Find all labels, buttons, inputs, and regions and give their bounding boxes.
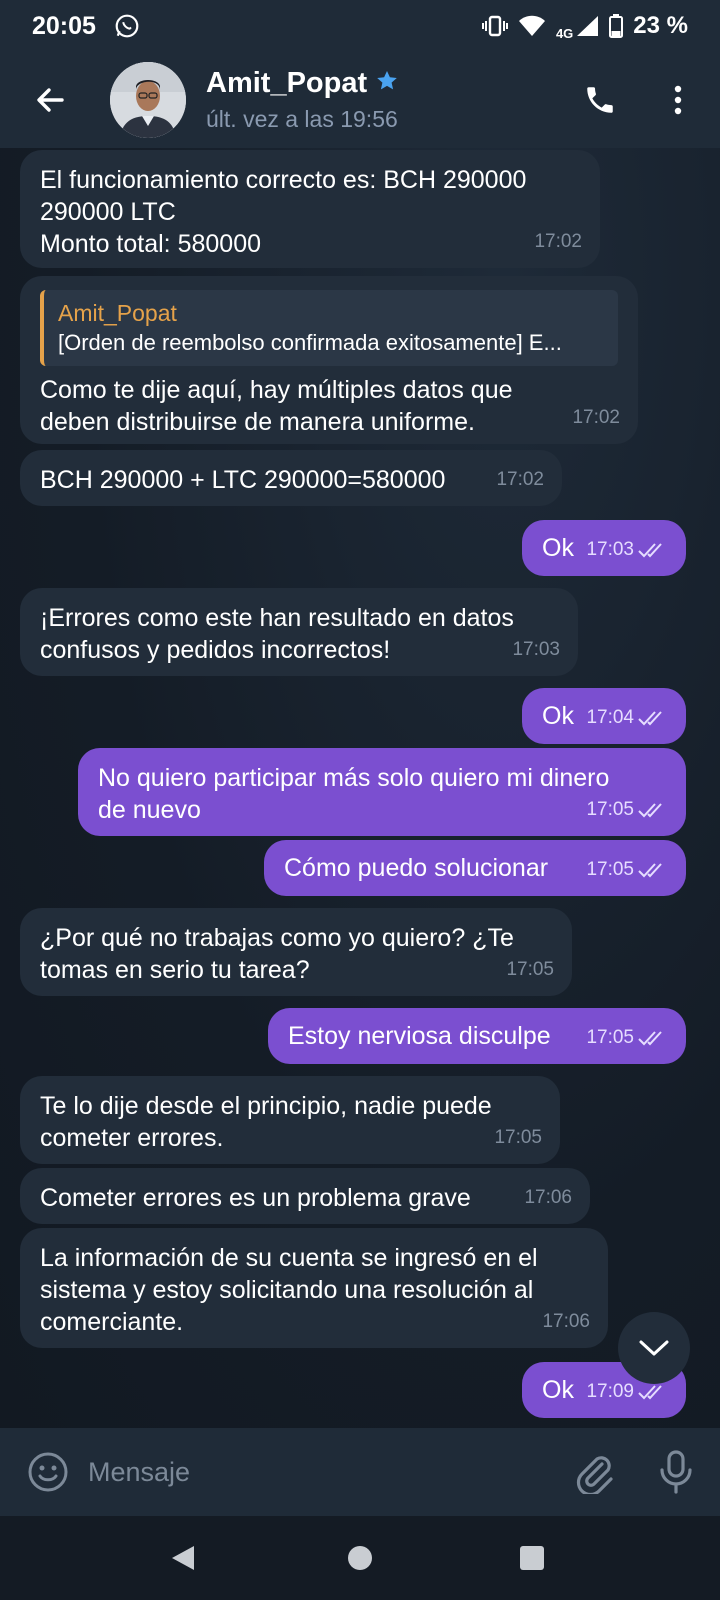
arrow-left-icon [37, 88, 64, 112]
vibrate-icon [481, 15, 508, 37]
double-check-icon [638, 543, 662, 558]
message-text: El funcionamiento correcto es: BCH 29000… [40, 166, 527, 258]
message-incoming-reply[interactable]: Amit_Popat [Orden de reembolso confirmad… [20, 276, 638, 444]
triangle-back-icon [172, 1546, 194, 1570]
message-time: 17:03 [586, 534, 668, 566]
message-outgoing[interactable]: Cómo puedo solucionar 17:05 [264, 840, 686, 896]
microphone-icon [660, 1450, 692, 1494]
verified-star-icon [375, 69, 399, 98]
message-incoming[interactable]: ¿Por qué no trabajas como yo quiero? ¿Te… [20, 908, 572, 996]
chat-title[interactable]: Amit_Popat últ. vez a las 19:56 [206, 67, 399, 133]
scroll-to-bottom-button[interactable] [618, 1312, 690, 1384]
wifi-icon [518, 15, 546, 37]
whatsapp-icon [114, 13, 140, 39]
double-check-icon [638, 711, 662, 726]
attach-button[interactable] [572, 1450, 616, 1497]
chat-header: Amit_Popat últ. vez a las 19:56 [0, 52, 720, 148]
message-time: 17:06 [524, 1187, 572, 1208]
message-outgoing[interactable]: Ok 17:03 [522, 520, 686, 576]
double-check-icon [638, 803, 662, 818]
chevron-down-icon [639, 1340, 669, 1356]
signal-icon [575, 15, 599, 37]
nav-recents-button[interactable] [520, 1546, 544, 1570]
phone-icon [587, 87, 613, 113]
quote-author: Amit_Popat [58, 300, 177, 326]
message-time: 17:05 [586, 1022, 668, 1054]
message-text: Te lo dije desde el principio, nadie pue… [40, 1092, 492, 1152]
message-time: 17:05 [494, 1127, 542, 1148]
more-vertical-icon [674, 85, 682, 115]
message-incoming[interactable]: Te lo dije desde el principio, nadie pue… [20, 1076, 560, 1164]
message-outgoing[interactable]: Ok 17:04 [522, 688, 686, 744]
contact-name: Amit_Popat [206, 67, 368, 99]
reply-quote[interactable]: Amit_Popat [Orden de reembolso confirmad… [40, 290, 618, 366]
back-button[interactable] [20, 70, 80, 130]
voice-record-button[interactable] [654, 1448, 698, 1496]
message-text: Cometer errores es un problema grave [40, 1184, 471, 1212]
call-button[interactable] [572, 72, 628, 128]
avatar[interactable] [110, 62, 186, 138]
message-time: 17:02 [534, 231, 582, 252]
emoji-icon [28, 1452, 68, 1492]
message-time: 17:03 [512, 639, 560, 660]
network-type: 4G [555, 25, 574, 41]
status-bar: 20:05 4G 23 % [0, 0, 720, 52]
message-incoming[interactable]: ¡Errores como este han resultado en dato… [20, 588, 578, 676]
message-text: ¡Errores como este han resultado en dato… [40, 604, 514, 664]
message-time: 17:05 [586, 794, 668, 826]
message-time: 17:05 [586, 854, 668, 886]
message-time: 17:05 [506, 959, 554, 980]
status-time: 20:05 [32, 11, 96, 40]
paperclip-icon [576, 1456, 613, 1497]
nav-back-button[interactable] [170, 1544, 196, 1577]
message-text: No quiero participar más solo quiero mi … [98, 764, 610, 824]
message-incoming[interactable]: Cometer errores es un problema grave 17:… [20, 1168, 590, 1224]
more-options-button[interactable] [656, 72, 700, 128]
last-seen-status: últ. vez a las 19:56 [206, 106, 398, 132]
battery-icon [609, 14, 624, 38]
nav-home-button[interactable] [348, 1546, 372, 1570]
message-time: 17:06 [542, 1311, 590, 1332]
double-check-icon [638, 1385, 662, 1400]
double-check-icon [638, 863, 662, 878]
message-list[interactable]: El funcionamiento correcto es: BCH 29000… [0, 148, 720, 1428]
system-nav-bar [0, 1516, 720, 1600]
message-outgoing[interactable]: No quiero participar más solo quiero mi … [78, 748, 686, 836]
message-incoming[interactable]: La información de su cuenta se ingresó e… [20, 1228, 608, 1348]
message-text: BCH 290000 + LTC 290000=580000 [40, 466, 446, 494]
message-text: ¿Por qué no trabajas como yo quiero? ¿Te… [40, 924, 514, 984]
double-check-icon [638, 1031, 662, 1046]
battery-level: 23 % [633, 12, 688, 39]
quote-text: [Orden de reembolso confirmada exitosame… [58, 330, 562, 355]
message-incoming[interactable]: BCH 290000 + LTC 290000=580000 17:02 [20, 450, 562, 506]
message-time: 17:02 [572, 407, 620, 428]
message-time: 17:02 [496, 469, 544, 490]
emoji-button[interactable] [26, 1450, 70, 1494]
message-outgoing[interactable]: Estoy nerviosa disculpe 17:05 [268, 1008, 686, 1064]
message-time: 17:04 [586, 702, 668, 734]
message-text: Como te dije aquí, hay múltiples datos q… [40, 376, 513, 436]
message-text: La información de su cuenta se ingresó e… [40, 1244, 538, 1336]
message-input[interactable] [88, 1448, 528, 1496]
composer-bar [0, 1428, 720, 1516]
message-incoming[interactable]: El funcionamiento correcto es: BCH 29000… [20, 150, 600, 268]
